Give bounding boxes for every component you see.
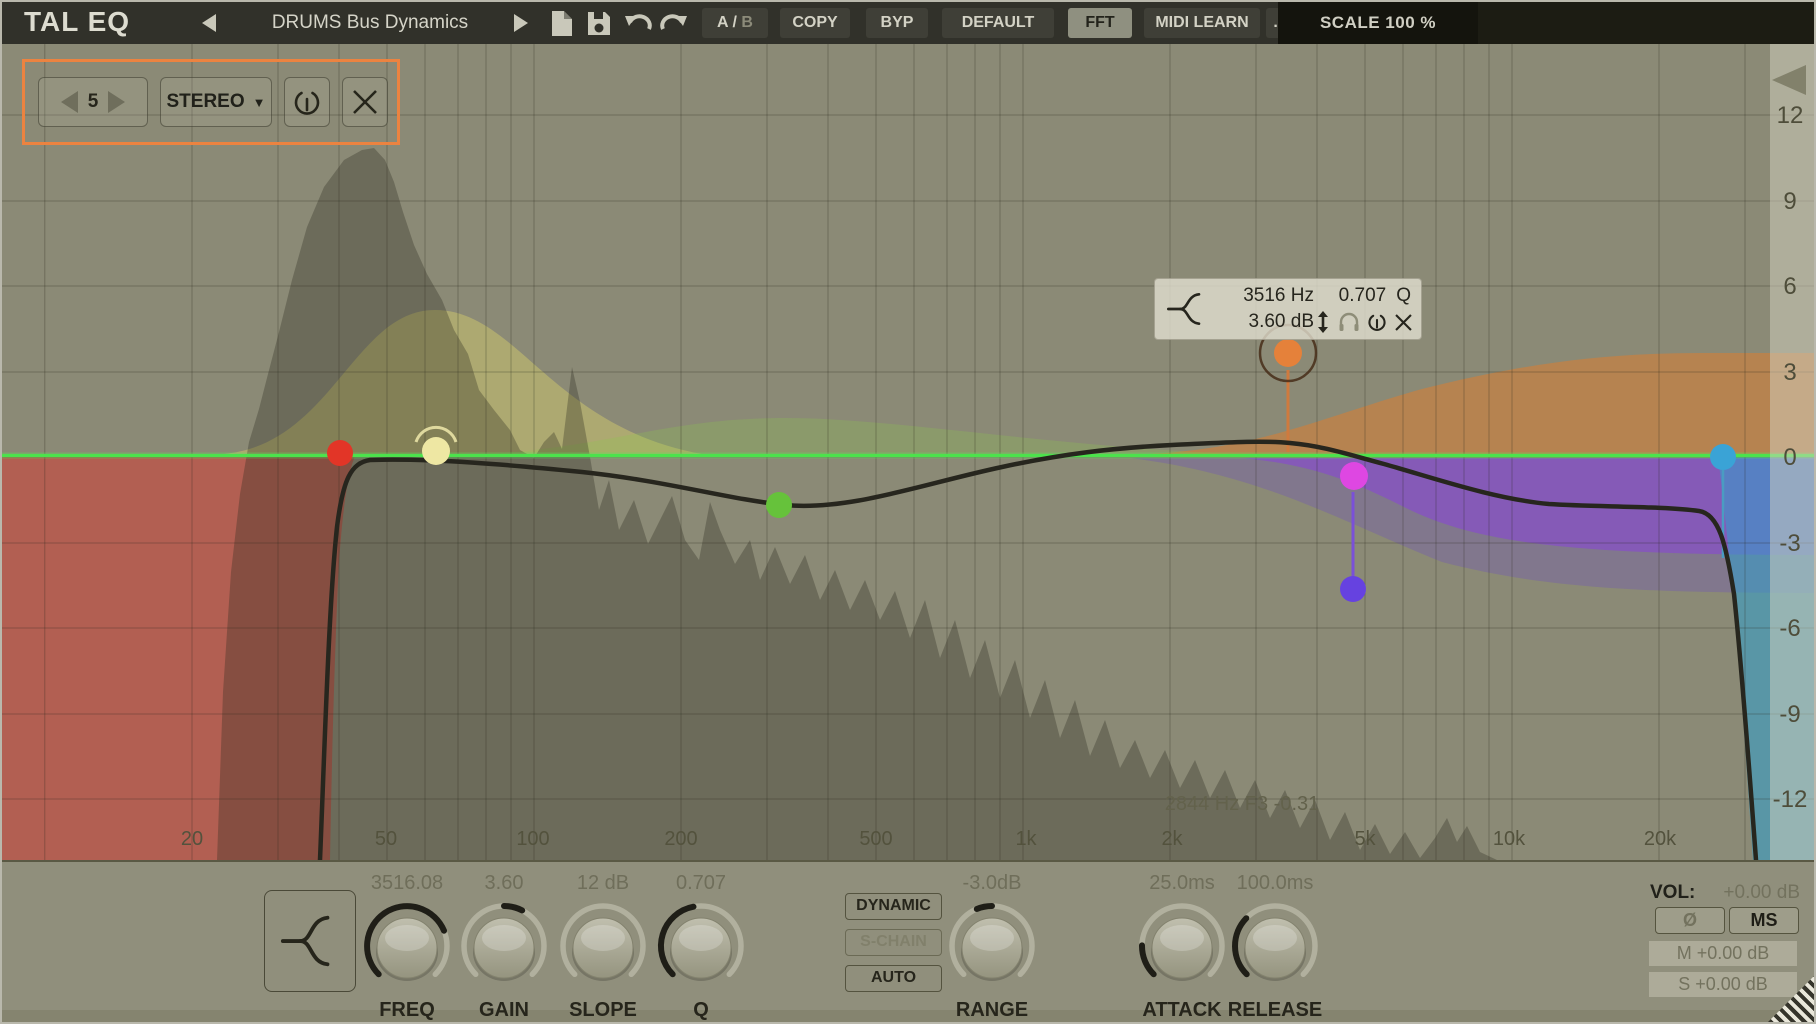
- toolbar-right-zone: SCALE 100 %: [1278, 2, 1816, 44]
- band-dot-orange[interactable]: [1274, 339, 1302, 367]
- band-dot-blue[interactable]: [1710, 444, 1736, 470]
- preset-next-icon[interactable]: [514, 14, 528, 32]
- range-knob-label: RANGE: [932, 997, 1052, 1023]
- release-knob-label: RELEASE: [1215, 997, 1335, 1023]
- release-knob[interactable]: 100.0ms RELEASE: [1215, 870, 1335, 1023]
- close-icon[interactable]: [1394, 313, 1413, 332]
- midi-learn-button[interactable]: MIDI LEARN: [1144, 8, 1260, 38]
- band-dot-yellow[interactable]: [422, 437, 450, 465]
- preset-prev-icon[interactable]: [202, 14, 216, 32]
- band-dot-magenta[interactable]: [1340, 462, 1368, 490]
- tal-eq-plugin-window: TAL EQ DRUMS Bus Dynamics A / B COPY BYP…: [0, 0, 1816, 1024]
- freq-label-10k: 10k: [1493, 828, 1526, 850]
- power-icon[interactable]: [1366, 311, 1388, 333]
- headphones-icon[interactable]: [1338, 311, 1360, 333]
- range-knob-dial[interactable]: [932, 896, 1052, 992]
- q-knob-value: 0.707: [641, 870, 761, 896]
- band-next-icon[interactable]: [108, 91, 125, 113]
- release-knob-value: 100.0ms: [1215, 870, 1335, 896]
- db-label-12: 12: [1777, 102, 1804, 129]
- channel-dropdown[interactable]: STEREO ▼: [160, 77, 272, 127]
- tooltip-icons: [1314, 311, 1413, 333]
- band-prev-icon[interactable]: [61, 91, 78, 113]
- freq-label-50: 50: [375, 828, 397, 850]
- new-preset-icon[interactable]: [550, 10, 574, 37]
- db-label--9: -9: [1779, 701, 1800, 728]
- db-label--3: -3: [1779, 530, 1800, 557]
- freq-label-5k: 5k: [1354, 828, 1376, 850]
- freq-label-20: 20: [181, 828, 203, 850]
- chevron-down-icon: ▼: [253, 95, 266, 110]
- band-dot-green[interactable]: [766, 492, 792, 518]
- gain-knob-arc: [504, 906, 522, 910]
- tooltip-q: 0.707 Q: [1314, 285, 1413, 307]
- band-dot-red[interactable]: [327, 440, 353, 466]
- q-knob[interactable]: 0.707 Q: [641, 870, 761, 1023]
- freq-label-500: 500: [859, 828, 892, 850]
- sidechain-button[interactable]: S-CHAIN: [845, 929, 942, 956]
- mid-gain[interactable]: M +0.00 dB: [1649, 941, 1797, 966]
- drag-vertical-icon[interactable]: [1314, 311, 1332, 333]
- band-selector: 5 STEREO ▼: [22, 59, 400, 145]
- power-icon: [292, 86, 322, 118]
- save-preset-icon[interactable]: [586, 10, 612, 37]
- tooltip-freq: 3516 Hz: [1219, 285, 1314, 307]
- freq-label-100: 100: [516, 828, 549, 850]
- band-number: 5: [88, 91, 99, 113]
- tooltip-values: 3516 Hz 0.707 Q 3.60 dB: [1219, 283, 1413, 335]
- dynamic-button[interactable]: DYNAMIC: [845, 893, 942, 920]
- release-knob-dial[interactable]: [1215, 896, 1335, 992]
- bypass-button[interactable]: BYP: [866, 8, 928, 38]
- toolbar: TAL EQ DRUMS Bus Dynamics A / B COPY BYP…: [2, 2, 1816, 44]
- band-delete-button[interactable]: [342, 77, 388, 127]
- app-logo: TAL EQ: [24, 6, 130, 38]
- volume-value[interactable]: +0.00 dB: [1723, 882, 1800, 904]
- db-label-3: 3: [1783, 359, 1796, 386]
- preset-name[interactable]: DRUMS Bus Dynamics: [230, 2, 510, 44]
- band-tooltip: 3516 Hz 0.707 Q 3.60 dB: [1154, 278, 1422, 340]
- control-panel: 3516.08FREQ 3.60GAIN 12 dBSLOPE 0.707Q -…: [2, 860, 1816, 1024]
- freq-label-200: 200: [664, 828, 697, 850]
- db-label-9: 9: [1783, 188, 1796, 215]
- cursor-freq-note-label: 2844 Hz F3 -0.31: [1165, 793, 1320, 815]
- db-label-0: 0: [1783, 444, 1796, 471]
- db-label--6: -6: [1779, 615, 1800, 642]
- range-knob-value: -3.0dB: [932, 870, 1052, 896]
- range-knob-arc: [977, 906, 992, 909]
- db-label--12: -12: [1773, 786, 1808, 813]
- freq-label-20k: 20k: [1644, 828, 1677, 850]
- default-button[interactable]: DEFAULT: [942, 8, 1054, 38]
- tooltip-gain: 3.60 dB: [1219, 311, 1314, 333]
- scale-button[interactable]: SCALE 100 %: [1278, 2, 1478, 44]
- freq-label-2k: 2k: [1161, 828, 1183, 850]
- fft-button[interactable]: FFT: [1068, 8, 1132, 38]
- panel-bottom-shade: [2, 1010, 1816, 1024]
- volume-row: VOL: +0.00 dB: [1650, 882, 1800, 906]
- undo-icon[interactable]: [624, 13, 654, 33]
- q-knob-label: Q: [641, 997, 761, 1023]
- channel-label: STEREO: [167, 91, 245, 113]
- band-dot-purple[interactable]: [1340, 576, 1366, 602]
- phase-invert-button[interactable]: Ø: [1655, 907, 1725, 934]
- filter-type-button[interactable]: [264, 890, 356, 992]
- bell-filter-icon: [279, 906, 341, 976]
- db-label-6: 6: [1783, 273, 1796, 300]
- copy-button[interactable]: COPY: [780, 8, 850, 38]
- band-nav: 5: [38, 77, 148, 127]
- range-knob[interactable]: -3.0dB RANGE: [932, 870, 1052, 1023]
- side-gain[interactable]: S +0.00 dB: [1649, 972, 1797, 997]
- close-icon: [351, 88, 379, 116]
- q-knob-dial[interactable]: [641, 896, 761, 992]
- band-power-button[interactable]: [284, 77, 330, 127]
- auto-button[interactable]: AUTO: [845, 965, 942, 992]
- redo-icon[interactable]: [658, 13, 688, 33]
- volume-label: VOL:: [1650, 882, 1695, 903]
- freq-label-1k: 1k: [1015, 828, 1037, 850]
- eq-graph[interactable]: 12 9 6 3 0 -3 -6 -9 -12 20 50 100 200 500 1k 2k 5k 10k 20k…: [2, 44, 1816, 860]
- ab-compare-button[interactable]: A / B: [702, 8, 768, 38]
- bell-filter-icon: [1165, 285, 1209, 333]
- mid-side-button[interactable]: MS: [1729, 907, 1799, 934]
